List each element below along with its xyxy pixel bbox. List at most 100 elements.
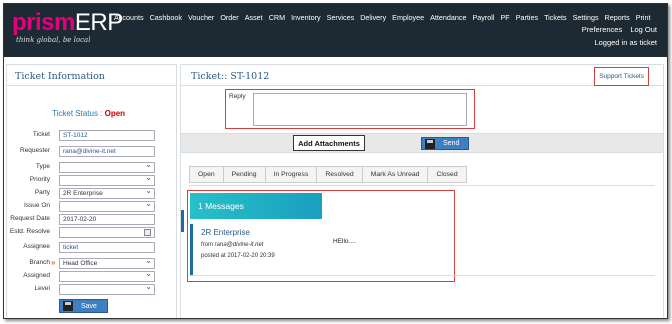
request-date-field[interactable]: 2017-02-20 bbox=[59, 214, 155, 225]
message-item: 2R Enterprise from rana@divine-it.net po… bbox=[190, 224, 452, 276]
branch-row: Branch » Head Office bbox=[7, 258, 178, 270]
panel-title: Ticket Information bbox=[7, 65, 176, 86]
requester-field[interactable]: rana@divine-it.net bbox=[59, 146, 155, 157]
nav-cashbook[interactable]: Cashbook bbox=[147, 13, 185, 22]
reply-textarea[interactable] bbox=[253, 93, 467, 126]
main-nav: Accounts Cashbook Voucher Order Asset CR… bbox=[111, 13, 654, 22]
nav-crm[interactable]: CRM bbox=[266, 13, 288, 22]
logo[interactable]: prismERP think global, be local bbox=[12, 9, 123, 45]
assigned-label: Assigned bbox=[23, 272, 50, 279]
scroll-indicator[interactable] bbox=[181, 210, 184, 232]
issue-on-row: Issue On bbox=[7, 201, 178, 213]
level-label: Level bbox=[34, 285, 50, 292]
reply-area: Reply bbox=[225, 89, 475, 129]
save-button[interactable]: Save bbox=[59, 299, 108, 313]
preferences-link[interactable]: Preferences bbox=[582, 25, 622, 34]
branch-select[interactable]: Head Office bbox=[59, 258, 155, 269]
nav-accounts[interactable]: Accounts bbox=[111, 13, 147, 22]
requester-row: Requester rana@divine-it.net bbox=[7, 146, 178, 158]
branch-label: Branch bbox=[29, 259, 50, 266]
nav-order[interactable]: Order bbox=[217, 13, 241, 22]
priority-label: Priority bbox=[29, 176, 50, 183]
assignee-label: Assignee bbox=[23, 243, 50, 250]
logout-link[interactable]: Log Out bbox=[630, 25, 657, 34]
nav-parties[interactable]: Parties bbox=[513, 13, 541, 22]
posted-label: posted at bbox=[201, 253, 226, 259]
ticket-row: Ticket ST-1012 bbox=[7, 130, 178, 142]
nav-asset[interactable]: Asset bbox=[242, 13, 266, 22]
message-text: HEllo.... bbox=[333, 238, 356, 245]
level-row: Level bbox=[7, 284, 178, 296]
posted-date: 2017-02-20 20:39 bbox=[227, 253, 275, 259]
ticket-label: Ticket bbox=[32, 131, 50, 138]
party-select[interactable]: 2R Enterprise bbox=[59, 188, 155, 199]
support-tickets-link[interactable]: Support Tickets bbox=[594, 67, 649, 86]
tab-open[interactable]: Open bbox=[190, 167, 224, 182]
type-row: Type bbox=[7, 162, 178, 174]
floppy-disk-icon bbox=[425, 138, 435, 149]
nav-pf[interactable]: PF bbox=[498, 13, 513, 22]
nav-voucher[interactable]: Voucher bbox=[185, 13, 217, 22]
party-label: Party bbox=[34, 189, 50, 196]
requester-label: Requester bbox=[20, 147, 50, 154]
save-button-label: Save bbox=[81, 302, 97, 310]
nav-attendance[interactable]: Attendance bbox=[427, 13, 469, 22]
double-chevron-icon: » bbox=[51, 258, 56, 267]
nav-delivery[interactable]: Delivery bbox=[357, 13, 389, 22]
ticket-field[interactable]: ST-1012 bbox=[59, 130, 155, 141]
nav-inventory[interactable]: Inventory bbox=[288, 13, 324, 22]
send-button-label: Send bbox=[443, 140, 460, 147]
detail-header: Ticket:: ST-1012 Support Tickets bbox=[181, 65, 663, 86]
estd-resolve-field[interactable] bbox=[59, 227, 155, 238]
send-button[interactable]: Send bbox=[421, 137, 469, 150]
message-posted: posted at 2017-02-20 20:39 bbox=[201, 253, 275, 259]
floppy-disk-icon bbox=[63, 301, 73, 311]
issue-on-label: Issue On bbox=[23, 202, 50, 209]
reply-label: Reply bbox=[229, 93, 246, 100]
status-tabs: Open Pending In Progress Resolved Mark A… bbox=[189, 166, 467, 183]
priority-select[interactable] bbox=[59, 175, 155, 186]
issue-on-select[interactable] bbox=[59, 201, 155, 212]
nav-print[interactable]: Print bbox=[633, 13, 654, 22]
type-label: Type bbox=[35, 163, 50, 170]
divider bbox=[189, 185, 655, 186]
nav-employee[interactable]: Employee bbox=[389, 13, 427, 22]
nav-payroll[interactable]: Payroll bbox=[470, 13, 498, 22]
nav-settings[interactable]: Settings bbox=[570, 13, 602, 22]
assigned-select[interactable] bbox=[59, 271, 155, 282]
message-from: from rana@divine-it.net bbox=[201, 242, 263, 248]
user-menu: Preferences Log Out Logged in as ticket bbox=[576, 25, 657, 47]
tab-resolved[interactable]: Resolved bbox=[317, 167, 363, 182]
ticket-info-panel: Ticket Information Ticket Status : Open … bbox=[6, 64, 178, 318]
tab-mark-as-unread[interactable]: Mark As Unread bbox=[363, 167, 429, 182]
ticket-detail-panel: Ticket:: ST-1012 Support Tickets Reply A… bbox=[180, 64, 664, 318]
top-header: prismERP think global, be local Accounts… bbox=[4, 4, 667, 57]
calendar-icon[interactable] bbox=[144, 229, 151, 236]
ticket-title: Ticket:: ST-1012 bbox=[191, 71, 270, 82]
tab-in-progress[interactable]: In Progress bbox=[266, 167, 318, 182]
tab-closed[interactable]: Closed bbox=[428, 167, 465, 182]
messages-count-header: 1 Messages bbox=[190, 193, 322, 219]
message-sender: 2R Enterprise bbox=[201, 228, 250, 237]
ticket-status: Ticket Status : Open bbox=[52, 109, 125, 118]
messages-section: 1 Messages 2R Enterprise from rana@divin… bbox=[187, 190, 455, 282]
estd-resolve-label: Estd. Resolve bbox=[9, 228, 50, 235]
estd-resolve-row: Estd. Resolve bbox=[7, 227, 178, 239]
tab-pending[interactable]: Pending bbox=[224, 167, 266, 182]
add-attachments-button[interactable]: Add Attachments bbox=[293, 135, 365, 151]
request-date-row: Request Date 2017-02-20 bbox=[7, 214, 178, 226]
from-label: from bbox=[201, 242, 213, 248]
status-label: Ticket Status : bbox=[52, 109, 105, 118]
assignee-row: Assignee ticket bbox=[7, 242, 178, 254]
app-window: prismERP think global, be local Accounts… bbox=[3, 3, 668, 319]
priority-row: Priority bbox=[7, 175, 178, 187]
nav-reports[interactable]: Reports bbox=[602, 13, 633, 22]
request-date-label: Request Date bbox=[10, 215, 50, 222]
nav-tickets[interactable]: Tickets bbox=[541, 13, 570, 22]
logo-tagline: think global, be local bbox=[16, 36, 91, 44]
level-select[interactable] bbox=[59, 284, 155, 295]
nav-services[interactable]: Services bbox=[324, 13, 358, 22]
logo-text-prism: prism bbox=[12, 9, 75, 36]
type-select[interactable] bbox=[59, 162, 155, 173]
assignee-field[interactable]: ticket bbox=[59, 242, 155, 253]
